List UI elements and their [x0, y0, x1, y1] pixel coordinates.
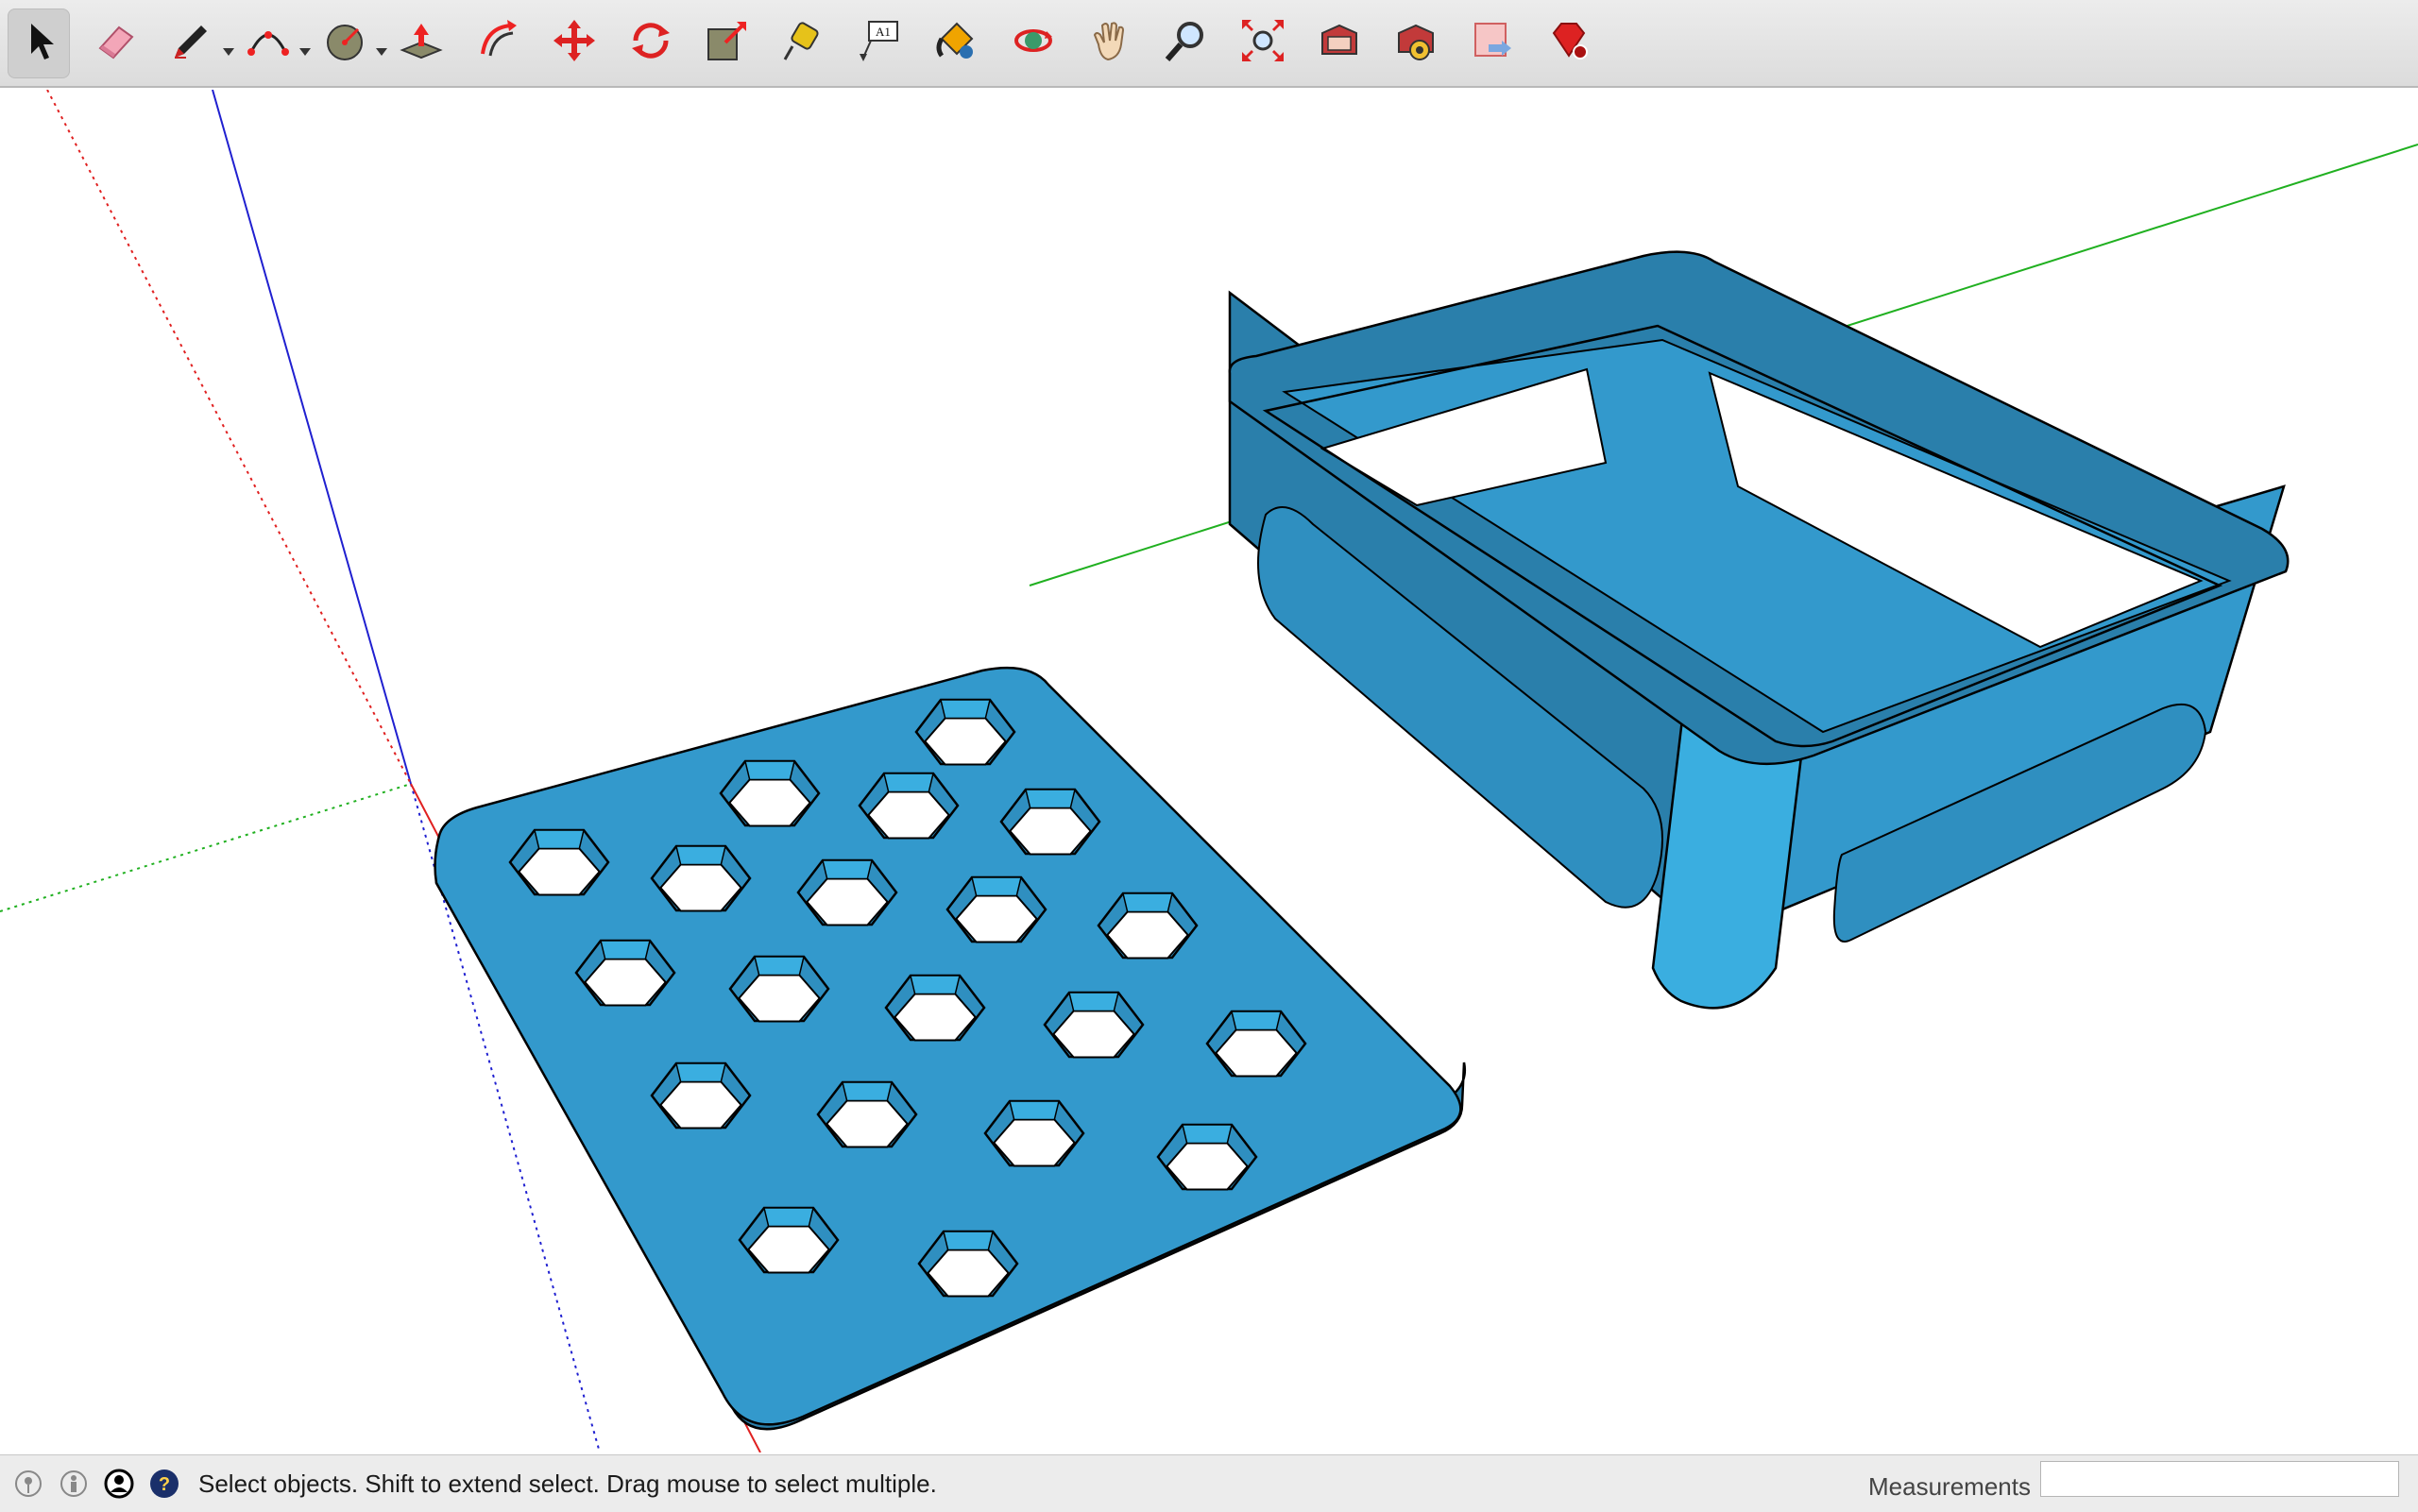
- layout-tool[interactable]: [1461, 8, 1524, 78]
- tape-measure-tool[interactable]: [773, 8, 835, 78]
- pencil-icon: [167, 16, 216, 70]
- box-frame[interactable]: [1228, 250, 2291, 1010]
- scale-tool[interactable]: [696, 8, 758, 78]
- rotate-icon: [626, 16, 675, 70]
- scale-icon: [703, 16, 752, 70]
- magnifier-icon: [1162, 16, 1211, 70]
- dropdown-arrow-icon[interactable]: [376, 47, 387, 56]
- text-tool[interactable]: A1: [849, 8, 911, 78]
- warehouse-tool[interactable]: [1308, 8, 1371, 78]
- push-pull-tool[interactable]: [390, 8, 452, 78]
- text-label-icon: A1: [856, 16, 905, 70]
- account-icon[interactable]: [102, 1467, 136, 1501]
- paint-bucket-icon: [932, 16, 981, 70]
- hand-icon: [1085, 16, 1134, 70]
- orbit-tool[interactable]: [1002, 8, 1064, 78]
- geo-location-icon[interactable]: [11, 1467, 45, 1501]
- base-plate[interactable]: [434, 666, 1467, 1431]
- paint-bucket-tool[interactable]: [926, 8, 988, 78]
- measurements-label: Measurements: [1868, 1472, 2031, 1501]
- shapes-tool[interactable]: [314, 8, 387, 78]
- arc-icon: [244, 16, 293, 70]
- status-message: Select objects. Shift to extend select. …: [198, 1469, 937, 1498]
- circle-shape-icon: [320, 16, 369, 70]
- blue-axis: [212, 90, 412, 785]
- measurements-input[interactable]: [2040, 1461, 2399, 1497]
- dropdown-arrow-icon[interactable]: [223, 47, 234, 56]
- move-arrows-icon: [550, 16, 599, 70]
- ruby-console-tool[interactable]: [1538, 8, 1600, 78]
- main-toolbar: A1: [0, 0, 2418, 88]
- dropdown-arrow-icon[interactable]: [299, 47, 311, 56]
- zoom-tool[interactable]: [1155, 8, 1218, 78]
- plate-top: [434, 666, 1462, 1426]
- offset-tool[interactable]: [467, 8, 529, 78]
- help-icon[interactable]: ?: [147, 1467, 181, 1501]
- move-tool[interactable]: [543, 8, 605, 78]
- extension-warehouse-icon: [1391, 16, 1440, 70]
- svg-text:A1: A1: [876, 25, 891, 39]
- eraser-icon: [91, 16, 140, 70]
- green-axis-hidden: [0, 783, 412, 912]
- model-viewport[interactable]: [0, 90, 2418, 1453]
- rotate-tool[interactable]: [620, 8, 682, 78]
- ruby-gem-icon: [1544, 16, 1593, 70]
- offset-icon: [473, 16, 522, 70]
- arrow-cursor-icon: [14, 16, 63, 70]
- extension-warehouse-tool[interactable]: [1385, 8, 1447, 78]
- tape-measure-icon: [779, 16, 828, 70]
- credits-icon[interactable]: [57, 1467, 91, 1501]
- arc-tool[interactable]: [237, 8, 311, 78]
- line-tool[interactable]: [161, 8, 234, 78]
- red-axis-hidden: [46, 90, 412, 785]
- eraser-tool[interactable]: [84, 8, 146, 78]
- push-pull-icon: [397, 16, 446, 70]
- layout-icon: [1468, 16, 1517, 70]
- zoom-extents-icon: [1238, 16, 1287, 70]
- zoom-extents-tool[interactable]: [1232, 8, 1294, 78]
- select-tool[interactable]: [8, 8, 70, 78]
- warehouse-icon: [1315, 16, 1364, 70]
- pan-tool[interactable]: [1079, 8, 1141, 78]
- orbit-icon: [1009, 16, 1058, 70]
- svg-text:?: ?: [159, 1474, 170, 1495]
